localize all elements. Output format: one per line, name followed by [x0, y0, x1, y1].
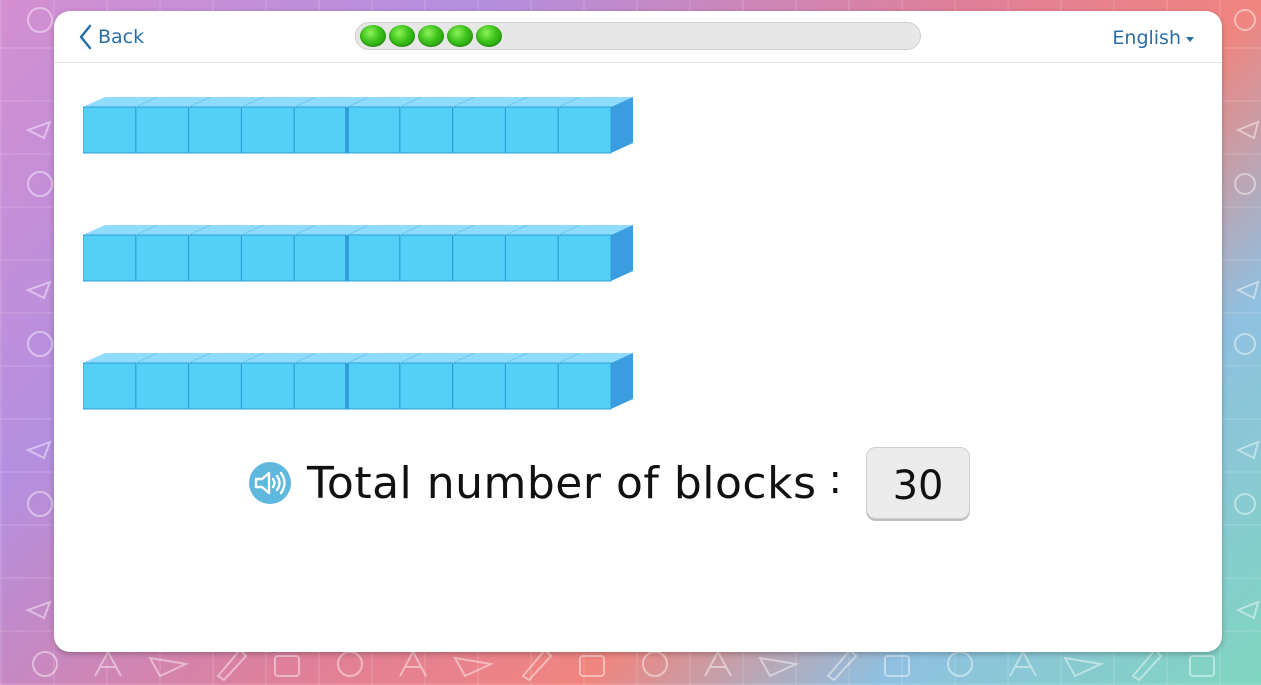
exercise-card: Back English Total number of blocks : 30 [54, 11, 1222, 652]
ten-block-bar [83, 97, 635, 159]
progress-dot [447, 25, 473, 47]
top-bar: Back English [54, 11, 1222, 63]
language-selector[interactable]: English [1112, 27, 1194, 49]
answer-box[interactable]: 30 [866, 447, 971, 519]
progress-dot [418, 25, 444, 47]
caret-down-icon [1186, 36, 1194, 42]
progress-dot [360, 25, 386, 47]
ten-block-svg [83, 225, 633, 282]
progress-dot [476, 25, 502, 47]
ten-block-svg [83, 97, 633, 154]
question-text: Total number of blocks [307, 457, 817, 509]
back-label: Back [98, 26, 145, 48]
ten-block-svg [83, 353, 633, 410]
question-colon: : [828, 457, 843, 503]
ten-block-bar [83, 353, 635, 415]
question-row: Total number of blocks : 30 [249, 447, 971, 519]
ten-block-bar [83, 225, 635, 287]
chevron-left-icon [79, 24, 92, 50]
progress-dot [389, 25, 415, 47]
speaker-button[interactable] [249, 462, 291, 504]
progress-bar [355, 22, 921, 50]
language-label: English [1112, 27, 1181, 49]
back-button[interactable]: Back [78, 23, 144, 51]
speaker-icon [254, 471, 286, 495]
